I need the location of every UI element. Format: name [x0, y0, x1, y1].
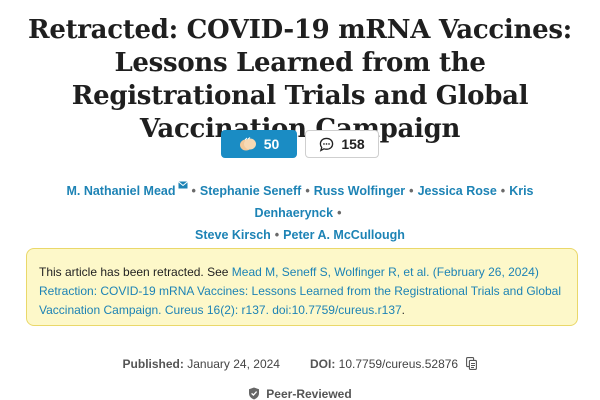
author-separator: • — [500, 184, 506, 198]
comments-count: 158 — [341, 136, 365, 152]
comment-bubble-icon — [320, 137, 334, 152]
doi-value: 10.7759/cureus.52876 — [338, 357, 459, 371]
retraction-notice: This article has been retracted. See Mea… — [26, 248, 578, 326]
author-list: M. Nathaniel Mead • Stephanie Seneff • Russ … — [28, 180, 572, 246]
author-separator: • — [274, 228, 280, 242]
author-separator: • — [191, 184, 196, 198]
retracted-label: Retracted — [28, 15, 169, 45]
clap-hands-icon — [239, 137, 256, 151]
article-title: Retracted: COVID-19 mRNA Vaccines: Lesso… — [20, 14, 580, 146]
published-date: January 24, 2024 — [187, 357, 280, 371]
article-stats: 50 158 — [0, 130, 600, 158]
author-link[interactable]: Stephanie Seneff — [200, 184, 301, 198]
retraction-tail: . — [401, 303, 406, 317]
author-link[interactable]: Jessica Rose — [418, 184, 497, 198]
author-separator: • — [305, 184, 310, 198]
author-separator: • — [337, 206, 342, 220]
doi-info: DOI: 10.7759/cureus.52876 — [309, 357, 478, 371]
peer-reviewed-text: Peer-Reviewed — [266, 387, 352, 400]
retraction-lead-text: This article has been retracted. See — [39, 265, 232, 279]
peer-reviewed-badge: Peer-Reviewed — [0, 387, 600, 400]
doi-label: DOI: — [309, 357, 336, 371]
published-label: Published: — [122, 357, 184, 371]
author-link[interactable]: Peter A. McCullough — [283, 228, 405, 242]
author-link[interactable]: Russ Wolfinger — [314, 184, 405, 198]
article-meta: Published: January 24, 2024 DOI: 10.7759… — [0, 357, 600, 371]
likes-button[interactable]: 50 — [221, 130, 297, 158]
author-separator: • — [409, 184, 414, 198]
author-link[interactable]: Steve Kirsch — [195, 228, 271, 242]
author-link[interactable]: M. Nathaniel Mead — [66, 184, 175, 198]
copy-icon[interactable] — [466, 357, 478, 370]
comments-button[interactable]: 158 — [305, 130, 379, 158]
mail-icon[interactable] — [177, 181, 188, 189]
published-info: Published: January 24, 2024 — [123, 357, 280, 371]
likes-count: 50 — [263, 136, 280, 152]
shield-check-icon — [249, 387, 260, 400]
